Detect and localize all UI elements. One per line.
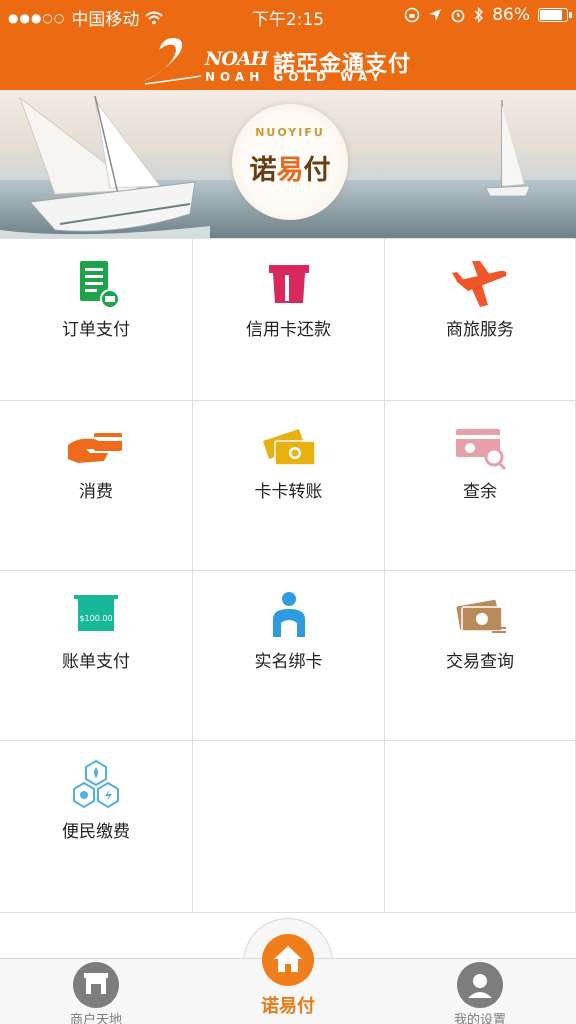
menu-label: 信用卡还款: [246, 320, 331, 340]
tab-home-label[interactable]: 诺易付: [238, 992, 338, 1018]
tab-label: 我的设置: [453, 1013, 506, 1024]
tab-label: 商户天地: [69, 1013, 122, 1024]
menu-label: 消费: [79, 482, 113, 502]
status-bar: ●●●○○ 中国移动 下午2:15 86%: [0, 0, 576, 30]
home-button[interactable]: [262, 934, 314, 986]
hand-card-icon: [68, 433, 122, 463]
menu-item-business-travel[interactable]: 商旅服务: [385, 239, 576, 401]
menu-label: 交易查询: [446, 652, 514, 672]
menu-label: 查余: [463, 482, 497, 502]
balance-search-icon: [456, 429, 507, 471]
alarm-icon: [451, 9, 465, 23]
menu-item-order-payment[interactable]: 订单支付: [0, 239, 193, 401]
utilities-hex-icon: [73, 759, 119, 809]
order-doc-icon: [80, 261, 120, 309]
menu-label: 卡卡转账: [254, 482, 323, 502]
card-transfer-icon: [262, 429, 316, 466]
menu-label: 商旅服务: [446, 320, 514, 340]
battery-icon: [538, 8, 572, 22]
menu-item-real-name-bind[interactable]: 实名绑卡: [193, 571, 385, 741]
top-header: ●●●○○ 中国移动 下午2:15 86% NOAH 諾亞金通支付 NOAH G…: [0, 0, 576, 90]
distant-boat-image: [485, 100, 531, 197]
home-icon: [274, 946, 302, 972]
battery-percent: 86%: [492, 5, 530, 25]
credit-card-icon: [268, 265, 309, 303]
brand-logo: NOAH 諾亞金通支付 NOAH GOLD WAY: [135, 32, 425, 86]
airplane-icon: [452, 261, 507, 307]
empty-cell: [193, 741, 385, 913]
menu-item-consumption[interactable]: 消费: [0, 401, 193, 571]
menu-label: 便民缴费: [62, 822, 130, 842]
orientation-lock-icon: [404, 7, 420, 23]
menu-item-balance-check[interactable]: 查余: [385, 401, 576, 571]
location-icon: [429, 9, 442, 21]
money-query-icon: [456, 600, 506, 633]
menu-label: 账单支付: [62, 652, 130, 672]
logo-swirl-icon: [141, 37, 202, 85]
menu-item-utility-payment[interactable]: 便民缴费: [0, 741, 193, 913]
nuoyifu-badge: NUOYIFU 诺易付: [232, 104, 348, 220]
menu-label: 实名绑卡: [254, 652, 323, 672]
bill-amount: $100.00: [79, 614, 112, 623]
logo-sub-text: NOAH GOLD WAY: [205, 70, 385, 84]
menu-label: 订单支付: [62, 320, 130, 340]
tab-merchant[interactable]: 商户天地: [46, 960, 146, 1024]
menu-item-transaction-query[interactable]: 交易查询: [385, 571, 576, 741]
menu-item-card-transfer[interactable]: 卡卡转账: [193, 401, 385, 571]
badge-pinyin: NUOYIFU: [255, 126, 325, 139]
empty-cell: [385, 741, 576, 913]
bluetooth-icon: [474, 7, 484, 23]
menu-item-credit-card-repay[interactable]: 信用卡还款: [193, 239, 385, 401]
logo-en-text: NOAH: [205, 48, 269, 70]
person-icon: [272, 592, 305, 637]
banner: NUOYIFU 诺易付: [0, 90, 576, 238]
tab-settings[interactable]: 我的设置: [430, 960, 530, 1024]
store-icon: [73, 962, 119, 1008]
badge-name: 诺易付: [249, 155, 331, 186]
service-grid: 订单支付 信用卡还款 商旅服务 消费 卡卡转账 查余 $100.00 账单支付 …: [0, 238, 576, 913]
menu-item-bill-payment[interactable]: $100.00 账单支付: [0, 571, 193, 741]
bill-icon: $100.00: [74, 595, 118, 631]
sailboat-image: [0, 95, 210, 238]
user-avatar-icon: [457, 962, 503, 1008]
